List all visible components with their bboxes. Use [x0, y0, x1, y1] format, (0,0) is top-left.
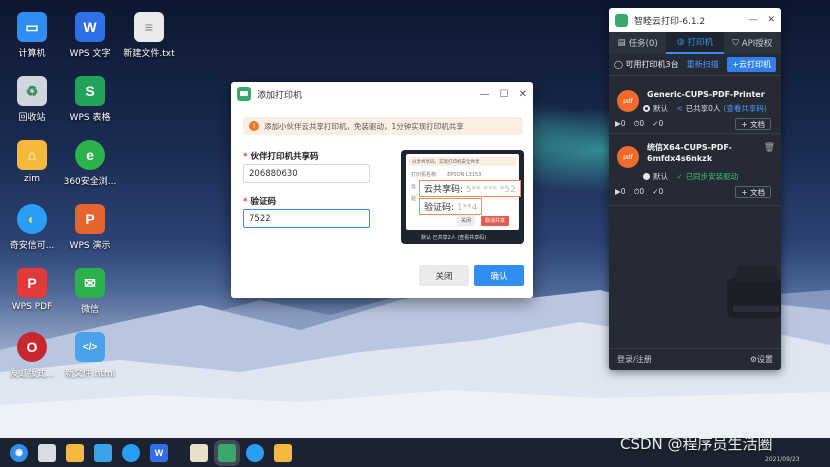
app-logo-icon: [615, 13, 628, 27]
folder-icon[interactable]: [274, 443, 292, 462]
panel-footer: 登录/注册 ⚙设置: [609, 348, 781, 370]
preview-close: 关闭: [457, 216, 476, 226]
dialog-titlebar: 添加打印机 — ☐ ✕: [231, 82, 533, 106]
verify-code-input[interactable]: [243, 209, 370, 228]
gear-icon: ⚙: [749, 355, 757, 364]
preview-cancel-share: 取消共享: [481, 216, 510, 226]
trash-icon[interactable]: 🗑: [764, 143, 775, 153]
ofd-reader-icon: O: [17, 332, 47, 362]
app-store-icon[interactable]: [94, 443, 112, 462]
check-circle-icon: ◯: [614, 60, 623, 69]
desktop-icon-wps-spreadsheet[interactable]: S WPS 表格: [58, 76, 122, 123]
desktop-icon-wps-pdf[interactable]: P WPS PDF: [0, 268, 64, 312]
add-document-button[interactable]: + 文档: [735, 118, 771, 130]
minimize-icon[interactable]: —: [480, 89, 490, 100]
html-file-icon: </>: [75, 332, 105, 362]
panel-titlebar: 智睦云打印-6.1.2 — ✕: [609, 8, 781, 32]
share-code-help-image: 分享共享码，实现打印机安全共享 打印机名称: EPSON L3153 云 验 关…: [401, 150, 524, 244]
preview-notice: 分享共享码，实现打印机安全共享: [409, 157, 516, 166]
recycle-bin-icon: ♻: [17, 76, 47, 106]
wps-spreadsheet-icon: S: [75, 76, 105, 106]
dialog-title: 添加打印机: [257, 90, 303, 101]
desktop-icon-recycle-bin[interactable]: ♻ 回收站: [0, 76, 64, 123]
360-browser-icon: e: [75, 140, 105, 170]
desktop-icon-html-file[interactable]: </> 新文件.html: [58, 332, 122, 379]
confirm-button[interactable]: 确认: [474, 265, 524, 286]
rescan-link[interactable]: 重新扫描: [687, 59, 719, 70]
maximize-icon[interactable]: ☐: [500, 89, 509, 100]
notepad-icon[interactable]: [190, 443, 208, 462]
job-counts: ▶0 ⏱0 ✓0: [615, 119, 664, 128]
tab-printers[interactable]: ◍ 打印机: [666, 32, 724, 54]
shield-icon: ⛉: [732, 38, 739, 48]
printer-toolbar: ◯ 可用打印机3台 重新扫描 +云打印机: [609, 54, 781, 76]
preview-share-code: 云共享码: 5** *** *52: [419, 180, 521, 197]
preview-verify-code: 验证码: 1**4: [419, 198, 483, 215]
desktop-icon-wps-presentation[interactable]: P WPS 演示: [58, 204, 122, 251]
settings-link[interactable]: ⚙设置: [750, 354, 773, 365]
available-printers: 可用打印机3台: [625, 60, 679, 69]
close-icon[interactable]: ✕: [519, 89, 527, 100]
desktop-icon-wechat[interactable]: ✉ 微信: [58, 268, 122, 315]
info-notice: ! 添加小伙伴云共享打印机，免装驱动，1分钟实现打印机共享: [243, 117, 523, 135]
tab-tasks[interactable]: ▤ 任务(0): [609, 32, 666, 54]
computer-icon: ▭: [17, 12, 47, 42]
browser-icon[interactable]: [122, 443, 140, 462]
folder-icon: ⌂: [17, 140, 47, 170]
csdn-watermark: CSDN @程序员生活圈: [620, 435, 773, 453]
default-radio[interactable]: [643, 105, 650, 112]
share-code-input[interactable]: [243, 164, 370, 183]
text-file-icon: ≡: [134, 12, 164, 42]
desktop-icon-computer[interactable]: ▭ 计算机: [0, 12, 64, 59]
share-icon: <: [676, 104, 683, 113]
panel-tabs: ▤ 任务(0) ◍ 打印机 ⛉ API授权: [609, 32, 781, 54]
printer-name: Generic-CUPS-PDF-Printer: [647, 90, 765, 99]
file-manager-icon[interactable]: [66, 443, 84, 462]
add-printer-dialog: 添加打印机 — ☐ ✕ ! 添加小伙伴云共享打印机，免装驱动，1分钟实现打印机共…: [231, 82, 533, 298]
desktop-icon-ofd-reader[interactable]: O 友虹版式...: [0, 332, 64, 379]
desktop-icon-360-browser[interactable]: e 360安全浏...: [58, 140, 122, 187]
wechat-icon: ✉: [75, 268, 105, 298]
printer-card[interactable]: pdf Generic-CUPS-PDF-Printer 默认 < 已共享0人 …: [609, 76, 781, 134]
cloud-print-panel: 智睦云打印-6.1.2 — ✕ ▤ 任务(0) ◍ 打印机 ⛉ API授权 ◯ 可用打…: [609, 8, 781, 370]
printer-card[interactable]: pdf 统信X64-CUPS-PDF-6mfdx4s6nkzk 🗑 默认 ✓ 已…: [609, 134, 781, 206]
qianxin-browser-icon: ◐: [17, 204, 47, 234]
cloud-print-icon[interactable]: [218, 443, 236, 462]
wps-presentation-icon: P: [75, 204, 105, 234]
desktop-icon-wps-writer[interactable]: W WPS 文字: [58, 12, 122, 59]
verify-code-label: * 验证码: [243, 197, 276, 207]
desktop-icon-text-file[interactable]: ≡ 新建文件.txt: [117, 12, 181, 59]
qianxin-browser-icon[interactable]: [246, 443, 264, 462]
panel-title: 智睦云打印-6.1.2: [634, 16, 706, 27]
add-cloud-printer-button[interactable]: +云打印机: [727, 57, 776, 72]
minimize-icon[interactable]: —: [748, 15, 757, 25]
add-document-button[interactable]: + 文档: [735, 186, 771, 198]
view-share-code-link[interactable]: (查看共享码): [723, 103, 766, 114]
wps-writer-icon: W: [75, 12, 105, 42]
job-counts: ▶0 ⏱0 ✓0: [615, 187, 664, 196]
pdf-printer-icon: pdf: [617, 90, 639, 112]
close-button[interactable]: 关闭: [419, 265, 469, 286]
share-code-label: * 伙伴打印机共享码: [243, 152, 319, 162]
tab-api[interactable]: ⛉ API授权: [724, 32, 781, 54]
default-radio[interactable]: [643, 173, 650, 180]
pdf-printer-icon: pdf: [617, 146, 639, 168]
list-icon: ▤: [617, 38, 626, 48]
desktop-icon-zim[interactable]: ⌂ zim: [0, 140, 64, 184]
close-icon[interactable]: ✕: [767, 15, 775, 25]
wps-pdf-icon: P: [17, 268, 47, 298]
wps-writer-icon[interactable]: W: [150, 443, 168, 462]
login-link[interactable]: 登录/注册: [617, 354, 652, 365]
printer-name: 统信X64-CUPS-PDF-6mfdx4s6nkzk: [647, 143, 732, 163]
preview-footer: 默认 已共享2人 (查看共享码): [421, 235, 487, 241]
app-logo-icon: [237, 87, 251, 101]
launcher-icon[interactable]: ◉: [10, 443, 28, 462]
desktop-icon-qianxin-browser[interactable]: ◐ 奇安信可...: [0, 204, 64, 251]
sync-icon: ✓: [676, 172, 683, 181]
taskbar-clock: 2021/09/23: [765, 456, 800, 463]
printer-illustration: [727, 266, 781, 318]
globe-icon: ◍: [677, 37, 685, 47]
warning-icon: !: [249, 121, 259, 131]
multitask-view-icon[interactable]: [38, 443, 56, 462]
